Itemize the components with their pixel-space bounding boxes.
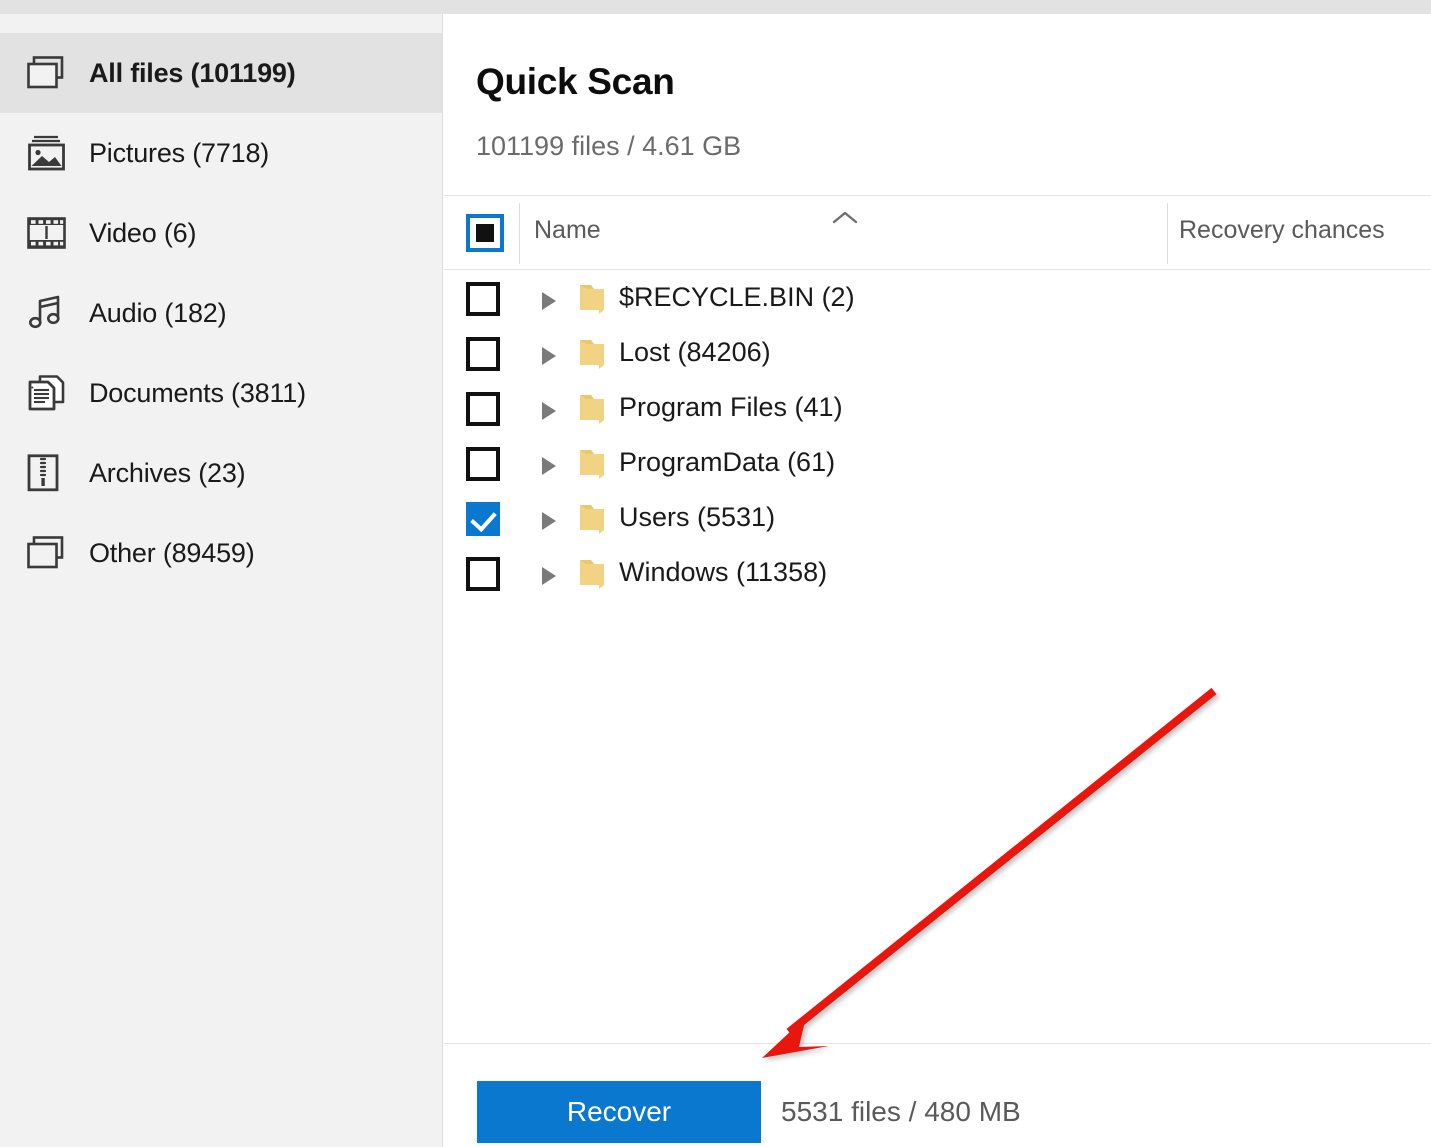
header-divider-left [519, 203, 520, 264]
footer-action-bar: Recover 5531 files / 480 MB [444, 1043, 1431, 1147]
sidebar-item-label: Audio (182) [89, 297, 227, 328]
film-strip-icon [27, 213, 71, 253]
folder-icon [574, 504, 610, 537]
stacked-windows-icon [27, 53, 71, 93]
row-checkbox-box [466, 282, 500, 316]
expand-triangle-icon[interactable] [539, 400, 559, 422]
expand-triangle-icon[interactable] [539, 345, 559, 367]
row-checkbox[interactable] [466, 502, 500, 536]
sidebar-item-other[interactable]: Other (89459) [0, 513, 442, 593]
row-checkbox-box [466, 447, 500, 481]
row-checkbox[interactable] [466, 282, 500, 316]
sidebar-nav-list: All files (101199) Pictures (7718) Video (… [0, 33, 442, 593]
row-checkbox[interactable] [466, 557, 500, 591]
table-header-row: Name Recovery chances [444, 195, 1431, 270]
row-checkbox[interactable] [466, 392, 500, 426]
table-row[interactable]: $RECYCLE.BIN (2) [444, 272, 1431, 327]
header-divider-right [1167, 203, 1168, 264]
column-header-name[interactable]: Name [534, 216, 601, 245]
expand-triangle-icon[interactable] [539, 510, 559, 532]
row-checkbox-box [466, 392, 500, 426]
scan-summary: 101199 files / 4.61 GB [476, 131, 742, 161]
stacked-windows-icon [27, 533, 71, 573]
sidebar-item-archives[interactable]: Archives (23) [0, 433, 442, 513]
row-checkbox-box [466, 337, 500, 371]
documents-icon [27, 373, 71, 413]
expand-triangle-icon[interactable] [539, 455, 559, 477]
expand-triangle-icon[interactable] [539, 290, 559, 312]
row-name-label: Program Files (41) [619, 392, 843, 422]
row-checkbox[interactable] [466, 337, 500, 371]
app-window: All files (101199) Pictures (7718) Video (… [0, 0, 1431, 1147]
sidebar-item-label: All files (101199) [89, 57, 296, 88]
sidebar-item-label: Video (6) [89, 217, 197, 248]
window-top-strip-right [444, 0, 1431, 14]
row-name-label: Lost (84206) [619, 337, 771, 367]
main-panel: Quick Scan 101199 files / 4.61 GB Name R… [444, 14, 1431, 1147]
select-all-checkbox[interactable] [466, 214, 504, 252]
column-header-recovery-chances[interactable]: Recovery chances [1179, 216, 1385, 245]
sidebar-item-all[interactable]: All files (101199) [0, 33, 442, 113]
row-name-label: Windows (11358) [619, 557, 828, 587]
row-checkbox-box [466, 557, 500, 591]
folder-icon [574, 559, 610, 592]
recover-button[interactable]: Recover [477, 1081, 761, 1143]
sidebar: All files (101199) Pictures (7718) Video (… [0, 14, 443, 1147]
table-row[interactable]: ProgramData (61) [444, 437, 1431, 492]
row-name-label: ProgramData (61) [619, 447, 836, 477]
row-name-label: $RECYCLE.BIN (2) [619, 282, 855, 312]
selection-summary: 5531 files / 480 MB [781, 1096, 1021, 1127]
music-note-icon [27, 293, 71, 333]
sidebar-item-label: Pictures (7718) [89, 137, 270, 168]
chevron-up-icon[interactable] [832, 210, 858, 226]
sidebar-item-label: Other (89459) [89, 537, 255, 568]
page-title: Quick Scan [476, 61, 675, 102]
file-tree-list: $RECYCLE.BIN (2) Lost (84206) Program File… [444, 272, 1431, 602]
table-row[interactable]: Users (5531) [444, 492, 1431, 547]
folder-icon [574, 394, 610, 427]
select-all-checkbox-box [466, 214, 504, 252]
sidebar-item-audio[interactable]: Audio (182) [0, 273, 442, 353]
checkmark-icon [466, 502, 500, 536]
folder-icon [574, 449, 610, 482]
row-checkbox[interactable] [466, 447, 500, 481]
sidebar-item-label: Documents (3811) [89, 377, 306, 408]
table-row[interactable]: Lost (84206) [444, 327, 1431, 382]
expand-triangle-icon[interactable] [539, 565, 559, 587]
sidebar-item-label: Archives (23) [89, 457, 246, 488]
sidebar-item-pictures[interactable]: Pictures (7718) [0, 113, 442, 193]
row-name-label: Users (5531) [619, 502, 776, 532]
sidebar-item-documents[interactable]: Documents (3811) [0, 353, 442, 433]
archive-zip-icon [27, 453, 71, 493]
sidebar-item-video[interactable]: Video (6) [0, 193, 442, 273]
table-row[interactable]: Windows (11358) [444, 547, 1431, 602]
folder-icon [574, 339, 610, 372]
table-row[interactable]: Program Files (41) [444, 382, 1431, 437]
picture-icon [27, 133, 71, 173]
folder-icon [574, 284, 610, 317]
